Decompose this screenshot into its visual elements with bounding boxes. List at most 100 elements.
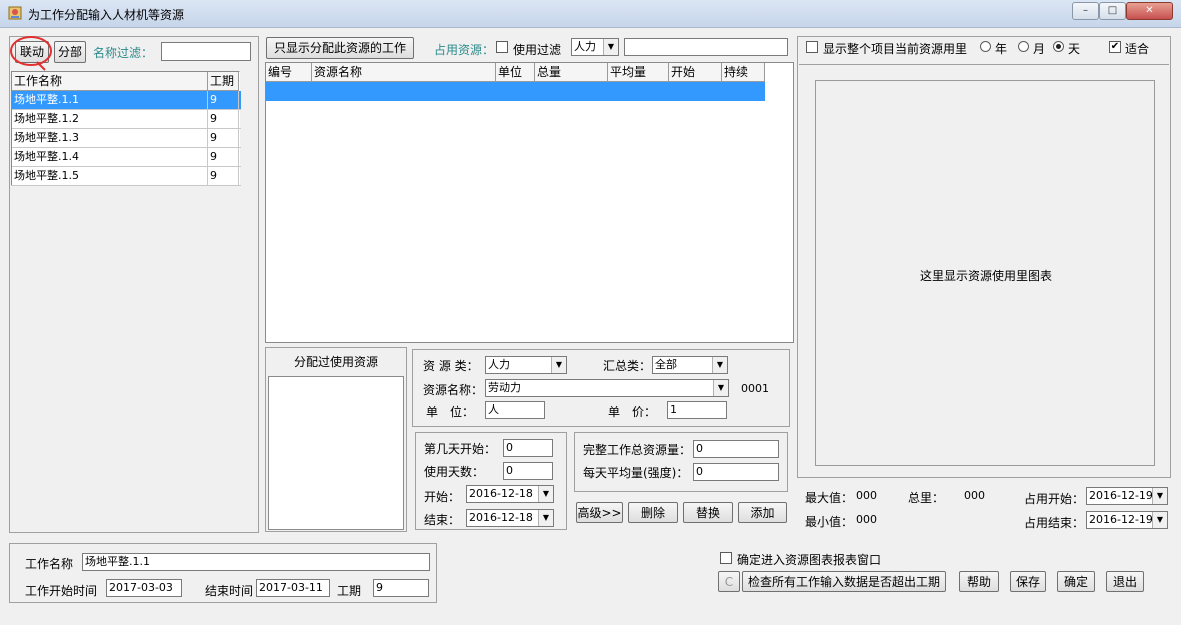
chart-placeholder-text: 这里显示资源使用里图表: [919, 269, 1052, 283]
unit-input[interactable]: 人: [485, 401, 545, 419]
use-filter-label: 使用过滤: [513, 43, 562, 57]
window-title: 为工作分配输入人材机等资源: [28, 8, 185, 22]
start-date-label: 开始：: [424, 490, 461, 504]
table-row[interactable]: 场地平整.1.4 9: [12, 148, 241, 167]
resource-name-select[interactable]: 劳动力 ▼: [485, 379, 729, 397]
duration-input[interactable]: 9: [373, 579, 429, 597]
chevron-down-icon: ▼: [1152, 488, 1167, 504]
advanced-button[interactable]: 高级>>: [576, 502, 623, 523]
use-filter-checkbox[interactable]: [496, 41, 508, 53]
table-row[interactable]: 场地平整.1.1 9: [12, 91, 241, 110]
assigned-resources-list[interactable]: [268, 376, 404, 530]
use-days-input[interactable]: 0: [503, 462, 553, 480]
column-header-start[interactable]: 开始: [669, 63, 722, 82]
resource-table: 编号 资源名称 单位 总量 平均量 开始 持续: [265, 62, 794, 343]
summary-type-label: 汇总类：: [603, 359, 652, 373]
cell-work-name: 场地平整.1.2: [12, 110, 208, 129]
resource-type-value: 人力: [488, 358, 510, 371]
filter-text-input[interactable]: [624, 38, 788, 56]
work-name-label: 工作名称: [25, 557, 74, 571]
resource-type-label: 资 源 类：: [423, 359, 479, 373]
close-button[interactable]: ✕: [1126, 2, 1173, 20]
radio-day-label: 天: [1068, 42, 1081, 56]
column-header-average[interactable]: 平均量: [608, 63, 669, 82]
save-button[interactable]: 保存: [1010, 571, 1046, 592]
cell-duration: 9: [208, 167, 239, 186]
table-row[interactable]: [266, 82, 765, 101]
column-header-duration[interactable]: 工期: [208, 72, 239, 91]
add-button[interactable]: 添加: [738, 502, 787, 523]
fit-checkbox[interactable]: ✔: [1109, 41, 1121, 53]
max-value-label: 最大值：: [805, 491, 854, 505]
work-start-time-input[interactable]: 2017-03-03: [106, 579, 182, 597]
chevron-down-icon: ▼: [712, 357, 727, 373]
start-date-picker[interactable]: 2016-12-18 ▼: [466, 485, 554, 503]
enter-chart-window-checkbox[interactable]: [720, 552, 732, 564]
occupy-start-picker[interactable]: 2016-12-19 ▼: [1086, 487, 1168, 505]
table-row[interactable]: 场地平整.1.3 9: [12, 129, 241, 148]
price-input[interactable]: 1: [667, 401, 727, 419]
radio-year[interactable]: [980, 41, 991, 52]
start-date-value: 2016-12-18: [469, 487, 533, 500]
start-day-input[interactable]: 0: [503, 439, 553, 457]
resource-code: 0001: [741, 382, 769, 395]
end-date-label: 结束：: [424, 513, 461, 527]
replace-button[interactable]: 替换: [683, 502, 733, 523]
resource-name-value: 劳动力: [488, 381, 521, 394]
cell-work-name: 场地平整.1.3: [12, 129, 208, 148]
column-header-duration[interactable]: 持续: [722, 63, 765, 82]
name-filter-label: 名称过滤：: [93, 46, 154, 60]
help-button[interactable]: 帮助: [959, 571, 999, 592]
table-row[interactable]: 场地平整.1.2 9: [12, 110, 241, 129]
radio-month[interactable]: [1018, 41, 1029, 52]
chevron-down-icon: ▼: [538, 510, 553, 526]
maximize-button[interactable]: □: [1099, 2, 1126, 20]
delete-button[interactable]: 删除: [628, 502, 678, 523]
column-header-code[interactable]: 编号: [266, 63, 312, 82]
summary-type-select[interactable]: 全部 ▼: [652, 356, 728, 374]
work-start-time-label: 工作开始时间: [25, 584, 98, 598]
table-row[interactable]: 场地平整.1.5 9: [12, 167, 241, 186]
c-button[interactable]: C: [718, 571, 740, 592]
cell-duration: 9: [208, 148, 239, 167]
app-icon: [8, 6, 22, 20]
cell-duration: 9: [208, 129, 239, 148]
column-header-resource-name[interactable]: 资源名称: [312, 63, 496, 82]
column-header-unit[interactable]: 单位: [496, 63, 535, 82]
total-value: 000: [964, 489, 985, 502]
resource-type-select[interactable]: 人力 ▼: [485, 356, 567, 374]
minimize-button[interactable]: –: [1072, 2, 1099, 20]
resource-type-filter-select[interactable]: 人力 ▼: [571, 38, 619, 56]
cell-duration: 9: [208, 91, 239, 110]
check-all-work-button[interactable]: 检查所有工作输入数据是否超出工期: [742, 571, 946, 592]
divider: [799, 64, 1169, 65]
resource-chart-area[interactable]: 这里显示资源使用里图表: [815, 80, 1155, 466]
name-filter-input[interactable]: [161, 42, 251, 61]
column-header-total[interactable]: 总量: [535, 63, 608, 82]
radio-year-label: 年: [995, 42, 1008, 56]
exit-button[interactable]: 退出: [1106, 571, 1144, 592]
price-label: 单 价：: [608, 405, 657, 419]
radio-month-label: 月: [1033, 42, 1046, 56]
split-button[interactable]: 分部: [54, 41, 86, 63]
end-time-input[interactable]: 2017-03-11: [256, 579, 330, 597]
link-button[interactable]: 联动: [15, 41, 49, 63]
only-assigned-button[interactable]: 只显示分配此资源的工作: [266, 37, 414, 59]
daily-average-input[interactable]: 0: [693, 463, 779, 481]
total-quantity-input[interactable]: 0: [693, 440, 779, 458]
show-all-checkbox[interactable]: [806, 41, 818, 53]
unit-label: 单 位：: [426, 405, 475, 419]
total-label: 总里：: [908, 491, 945, 505]
summary-type-value: 全部: [655, 358, 677, 371]
column-header-work-name[interactable]: 工作名称: [12, 72, 208, 91]
ok-button[interactable]: 确定: [1057, 571, 1095, 592]
radio-day[interactable]: [1053, 41, 1064, 52]
cell-work-name: 场地平整.1.5: [12, 167, 208, 186]
occupy-end-picker[interactable]: 2016-12-19 ▼: [1086, 511, 1168, 529]
enter-chart-window-label: 确定进入资源图表报表窗口: [737, 553, 882, 567]
occupy-start-label: 占用开始：: [1024, 492, 1085, 506]
work-name-input[interactable]: 场地平整.1.1: [82, 553, 430, 571]
title-bar: 为工作分配输入人材机等资源 – □ ✕: [0, 0, 1181, 28]
chevron-down-icon: ▼: [713, 380, 728, 396]
end-date-picker[interactable]: 2016-12-18 ▼: [466, 509, 554, 527]
